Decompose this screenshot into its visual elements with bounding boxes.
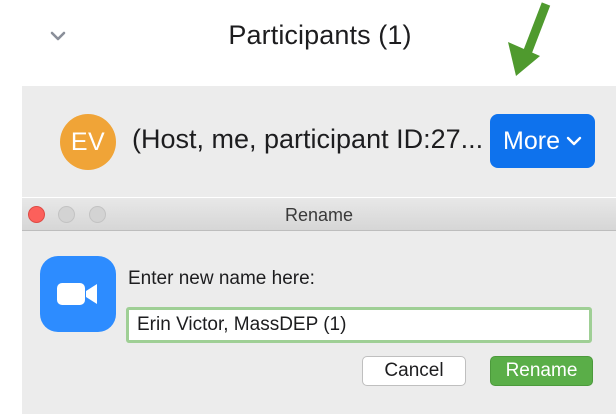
zoom-camera-icon (40, 256, 116, 332)
screen: Participants (1) EV (Host, me, participa… (0, 0, 616, 414)
cancel-button[interactable]: Cancel (362, 356, 466, 386)
dialog-titlebar: Rename (22, 198, 616, 231)
more-button[interactable]: More (490, 114, 595, 168)
avatar: EV (60, 114, 116, 170)
rename-prompt-label: Enter new name here: (128, 268, 315, 289)
participants-header: Participants (1) (0, 0, 616, 82)
new-name-input[interactable] (126, 307, 592, 343)
chevron-down-icon (566, 136, 582, 145)
rename-dialog: Rename Enter new name here: Cancel Renam… (22, 198, 616, 414)
more-button-label: More (503, 126, 560, 155)
rename-button[interactable]: Rename (490, 356, 593, 386)
annotation-arrow-icon (508, 2, 551, 76)
participant-row[interactable]: EV (Host, me, participant ID:27... More (22, 86, 616, 197)
dialog-title: Rename (284, 205, 354, 225)
participant-name: (Host, me, participant ID:27... (132, 124, 484, 154)
